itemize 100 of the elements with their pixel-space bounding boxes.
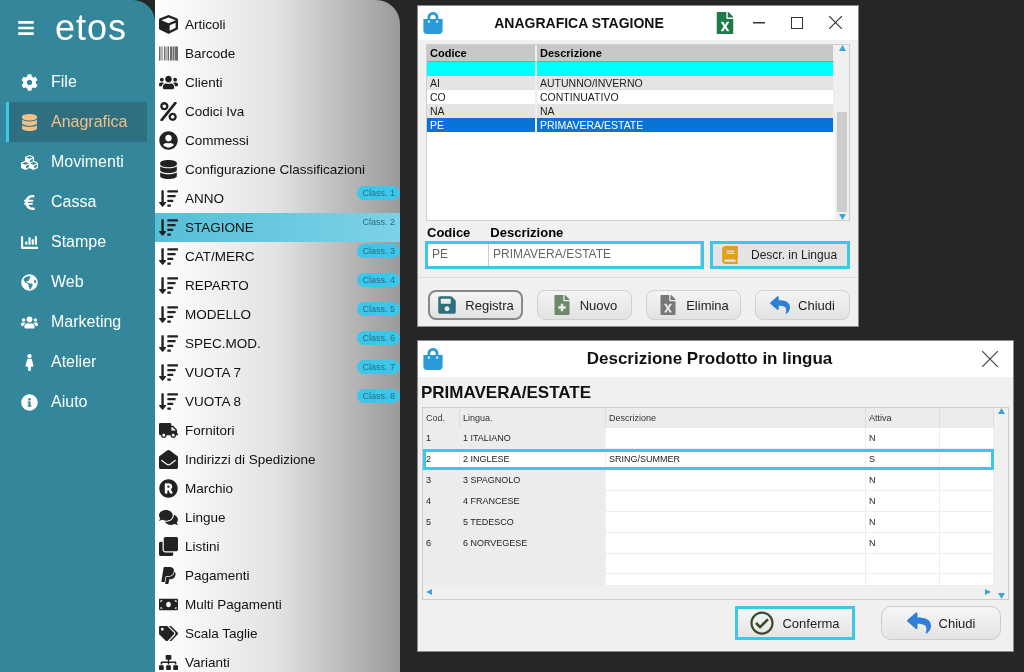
close-icon[interactable]	[982, 351, 998, 367]
field-label: Descrizione	[490, 225, 564, 240]
table-cell: 1	[423, 428, 460, 450]
cubes-icon	[21, 153, 38, 171]
sidebar-item[interactable]: Marketing	[6, 302, 147, 342]
app-icon	[422, 11, 444, 34]
table-cell: 3	[423, 470, 460, 492]
people-icon	[159, 73, 178, 92]
app-icon	[422, 348, 444, 370]
submenu-item[interactable]: Pagamenti	[155, 561, 400, 590]
sort-down-icon	[159, 305, 178, 324]
floppy-icon	[437, 295, 458, 315]
column-header: Attiva	[866, 408, 940, 429]
class-label: Class. 2	[361, 216, 396, 229]
class-badge: Class. 8	[357, 389, 400, 403]
sidebar-item[interactable]: File	[6, 62, 147, 102]
scroll-down-icon[interactable]	[997, 593, 1005, 599]
table-cell: N	[866, 512, 940, 534]
submenu-item[interactable]: Indirizzi di Spedizione	[155, 445, 400, 474]
close-icon[interactable]	[828, 16, 842, 30]
toolbar-button[interactable]: Registra	[428, 290, 523, 320]
percent-icon	[159, 102, 178, 121]
copy-icon	[159, 537, 178, 556]
logo: etos	[55, 10, 128, 46]
sidebar-item[interactable]: Aiuto	[6, 382, 147, 422]
submenu-item[interactable]: MODELLO Class. 5	[155, 300, 400, 329]
class-badge: Class. 4	[357, 273, 400, 287]
gear-icon	[21, 73, 38, 91]
dialog-button[interactable]: Conferma	[735, 606, 855, 640]
minimize-icon[interactable]	[753, 21, 765, 24]
toolbar-button[interactable]: Elimina	[646, 290, 741, 320]
toolbar-button[interactable]: Chiudi	[755, 290, 850, 320]
sidebar-item[interactable]: Atelier	[6, 342, 147, 382]
submenu-item[interactable]: Scala Taglie	[155, 619, 400, 648]
vertical-scrollbar[interactable]	[835, 44, 849, 220]
submenu-item[interactable]: REPARTO Class. 4	[155, 271, 400, 300]
submenu-item[interactable]: Lingue	[155, 503, 400, 532]
submenu-item[interactable]: Clienti	[155, 68, 400, 97]
table-cell: 5	[423, 512, 460, 534]
spreadsheet-icon[interactable]	[714, 11, 736, 34]
language-button[interactable]: Descr. in Lingua	[710, 241, 850, 269]
toolbar-button[interactable]: Nuovo	[537, 290, 632, 320]
table-cell: 5 TEDESCO	[460, 512, 606, 534]
submenu-item[interactable]: Listini	[155, 532, 400, 561]
code-field[interactable]: PE	[428, 244, 489, 266]
sort-down-icon	[159, 189, 178, 208]
globe-icon	[21, 273, 38, 291]
class-badge: Class. 5	[357, 302, 400, 316]
selected-row-outline[interactable]: 2 2 INGLESE SRING/SUMMER S	[423, 449, 994, 471]
sidebar-item[interactable]: Stampe	[6, 222, 147, 262]
table-cell: N	[866, 491, 940, 513]
cube-icon	[159, 15, 178, 34]
scroll-right-icon[interactable]	[984, 589, 991, 596]
sort-down-icon	[159, 363, 178, 382]
submenu-item[interactable]: VUOTA 7 Class. 7	[155, 358, 400, 387]
dialog-button[interactable]: Chiudi	[881, 606, 1001, 640]
check-icon	[750, 611, 775, 635]
column-header: Descrizione	[606, 408, 866, 429]
submenu-item[interactable]: STAGIONE Class. 2	[155, 213, 400, 242]
column-header: Descrizione	[537, 44, 835, 62]
class-badge: Class. 3	[357, 244, 400, 258]
column-header: Codice	[427, 44, 537, 62]
submenu-item[interactable]: Commessi	[155, 126, 400, 155]
scroll-up-icon[interactable]	[997, 408, 1005, 414]
class-badge: Class. 1	[357, 186, 400, 200]
column-header: Lingua.	[460, 408, 606, 429]
table-cell: N	[866, 533, 940, 555]
scroll-left-icon[interactable]	[426, 589, 433, 596]
section-heading: PRIMAVERA/ESTATE	[420, 382, 592, 404]
submenu-item[interactable]: Marchio	[155, 474, 400, 503]
window-title: Descrizione Prodotto in lingua	[585, 349, 834, 369]
table-cell: N	[866, 470, 940, 492]
description-field[interactable]: PRIMAVERA/ESTATE	[489, 244, 701, 266]
paypal-icon	[159, 566, 178, 585]
submenu-item[interactable]: Articoli	[155, 10, 400, 39]
vertical-scrollbar[interactable]	[994, 408, 1008, 599]
submenu-item[interactable]: SPEC.MOD. Class. 6	[155, 329, 400, 358]
table-cell	[940, 428, 994, 450]
field-label: Codice	[427, 225, 471, 240]
barcode-icon	[159, 44, 178, 63]
submenu-item[interactable]: ANNO Class. 1	[155, 184, 400, 213]
menu-icon[interactable]	[17, 19, 35, 37]
sidebar-item[interactable]: Movimenti	[6, 142, 147, 182]
sidebar-item[interactable]: Web	[6, 262, 147, 302]
maximize-icon[interactable]	[791, 16, 803, 29]
submenu-item[interactable]: Codici Iva	[155, 97, 400, 126]
submenu-item[interactable]: Barcode	[155, 39, 400, 68]
submenu-item[interactable]: Varianti	[155, 648, 400, 672]
submenu-item[interactable]: VUOTA 8 Class. 8	[155, 387, 400, 416]
delete-document-icon	[658, 295, 679, 315]
submenu-item[interactable]: Multi Pagamenti	[155, 590, 400, 619]
submenu-item[interactable]: Fornitori	[155, 416, 400, 445]
column-header: Cod.	[423, 408, 460, 429]
class-badge: Class. 6	[357, 331, 400, 345]
submenu-item[interactable]: CAT/MERC Class. 3	[155, 242, 400, 271]
scroll-up-icon[interactable]	[838, 44, 846, 51]
sort-down-icon	[159, 276, 178, 295]
submenu-item[interactable]: Configurazione Classificazioni	[155, 155, 400, 184]
sidebar-item[interactable]: Cassa	[6, 182, 147, 222]
user-icon	[159, 131, 178, 150]
